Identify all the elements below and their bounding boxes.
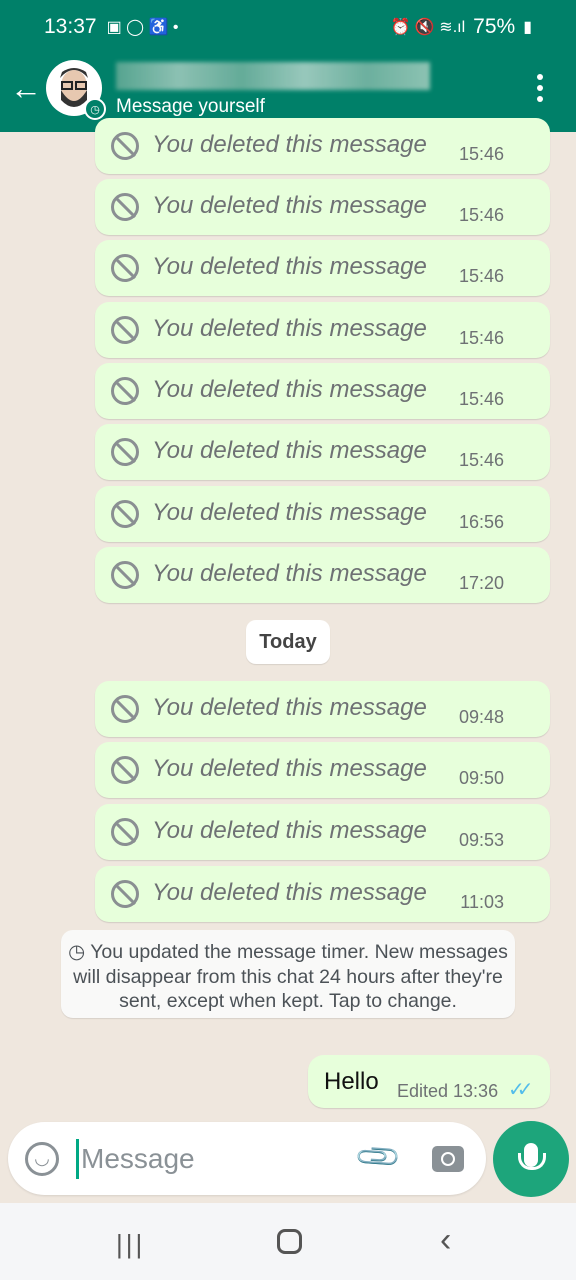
message-time: 09:53 bbox=[458, 830, 504, 850]
message-text: You deleted this message bbox=[152, 376, 427, 403]
battery-level: 75% bbox=[473, 15, 516, 38]
message-time: 15:46 bbox=[458, 328, 504, 348]
message-text: You deleted this message bbox=[152, 315, 427, 342]
message-text: You deleted this message bbox=[152, 560, 427, 587]
deleted-icon bbox=[111, 377, 139, 405]
deleted-icon bbox=[111, 500, 139, 528]
deleted-message-bubble[interactable]: You deleted this message 15:46 bbox=[95, 302, 550, 358]
system-nav-bar: ||| ‹ bbox=[0, 1203, 576, 1280]
status-time: 13:37 bbox=[44, 15, 97, 38]
deleted-icon bbox=[111, 756, 139, 784]
deleted-message-bubble[interactable]: You deleted this message 09:48 bbox=[95, 681, 550, 737]
message-text: You deleted this message bbox=[152, 253, 427, 280]
deleted-icon bbox=[111, 193, 139, 221]
deleted-message-bubble[interactable]: You deleted this message 09:50 bbox=[95, 742, 550, 798]
message-time: 15:46 bbox=[458, 205, 504, 225]
back-arrow-icon[interactable]: ← bbox=[10, 70, 42, 107]
message-text: You deleted this message bbox=[152, 694, 427, 721]
deleted-message-bubble[interactable]: You deleted this message 15:46 bbox=[95, 118, 550, 174]
status-bar: 13:37 ▣ ◯ ♿ • ⏰ 🔇 ≋.ıl 75% ▮ bbox=[44, 14, 532, 40]
system-message-timer[interactable]: ◷ You updated the message timer. New mes… bbox=[61, 930, 515, 1018]
deleted-icon bbox=[111, 254, 139, 282]
message-text: You deleted this message bbox=[152, 192, 427, 219]
message-text: You deleted this message bbox=[152, 437, 427, 464]
read-ticks-icon: ✓✓ bbox=[508, 1079, 533, 1101]
message-text: You deleted this message bbox=[152, 817, 427, 844]
deleted-icon bbox=[111, 561, 139, 589]
deleted-icon bbox=[111, 695, 139, 723]
emoji-icon[interactable]: ◡ bbox=[25, 1142, 59, 1176]
message-text: You deleted this message bbox=[152, 755, 427, 782]
message-text: You deleted this message bbox=[152, 879, 427, 906]
alarm-icon: ⏰ 🔇 ≋.ıl bbox=[390, 19, 466, 36]
deleted-icon bbox=[111, 132, 139, 160]
voice-record-button[interactable] bbox=[493, 1121, 569, 1197]
message-time: 15:46 bbox=[458, 389, 504, 409]
date-chip: Today bbox=[246, 620, 330, 664]
deleted-message-bubble[interactable]: You deleted this message 16:56 bbox=[95, 486, 550, 542]
message-bubble-hello[interactable]: Hello Edited 13:36 ✓✓ bbox=[308, 1055, 550, 1108]
chat-subtitle: Message yourself bbox=[116, 96, 265, 117]
message-text: You deleted this message bbox=[152, 499, 427, 526]
home-icon[interactable] bbox=[277, 1229, 302, 1254]
deleted-message-bubble[interactable]: You deleted this message 15:46 bbox=[95, 363, 550, 419]
nav-back-icon[interactable]: ‹ bbox=[440, 1221, 451, 1260]
message-time: 15:46 bbox=[458, 450, 504, 470]
timer-icon: ◷ bbox=[68, 941, 91, 963]
message-time: 15:46 bbox=[458, 266, 504, 286]
message-time: 09:50 bbox=[458, 768, 504, 788]
message-time: 16:56 bbox=[458, 512, 504, 532]
battery-icon: ▮ bbox=[523, 19, 532, 36]
message-input[interactable] bbox=[76, 1139, 336, 1179]
message-text: You deleted this message bbox=[152, 131, 427, 158]
recent-apps-icon[interactable]: ||| bbox=[116, 1229, 145, 1260]
deleted-icon bbox=[111, 818, 139, 846]
deleted-message-bubble[interactable]: You deleted this message 11:03 bbox=[95, 866, 550, 922]
gallery-icon: ▣ ◯ ♿ • bbox=[106, 19, 179, 36]
message-time: 11:03 bbox=[460, 892, 504, 912]
message-text: Hello bbox=[324, 1068, 379, 1095]
composer: ◡ 📎 bbox=[8, 1122, 486, 1195]
message-time: 17:20 bbox=[458, 573, 504, 593]
contact-name-redacted[interactable] bbox=[116, 62, 430, 90]
deleted-icon bbox=[111, 316, 139, 344]
deleted-message-bubble[interactable]: You deleted this message 15:46 bbox=[95, 424, 550, 480]
message-time: 09:48 bbox=[458, 707, 504, 727]
message-time: 15:46 bbox=[458, 144, 504, 164]
deleted-message-bubble[interactable]: You deleted this message 15:46 bbox=[95, 240, 550, 296]
attach-icon[interactable]: 📎 bbox=[353, 1132, 404, 1183]
deleted-message-bubble[interactable]: You deleted this message 17:20 bbox=[95, 547, 550, 603]
microphone-icon bbox=[518, 1143, 546, 1170]
disappearing-timer-icon: ◷ bbox=[84, 98, 106, 120]
deleted-message-bubble[interactable]: You deleted this message 09:53 bbox=[95, 804, 550, 860]
chat-header: 13:37 ▣ ◯ ♿ • ⏰ 🔇 ≋.ıl 75% ▮ ← ◷ Message… bbox=[0, 0, 576, 132]
deleted-icon bbox=[111, 438, 139, 466]
deleted-icon bbox=[111, 880, 139, 908]
camera-icon[interactable] bbox=[432, 1146, 464, 1172]
message-meta: Edited 13:36 bbox=[397, 1081, 499, 1101]
deleted-message-bubble[interactable]: You deleted this message 15:46 bbox=[95, 179, 550, 235]
more-options-icon[interactable] bbox=[534, 74, 546, 102]
